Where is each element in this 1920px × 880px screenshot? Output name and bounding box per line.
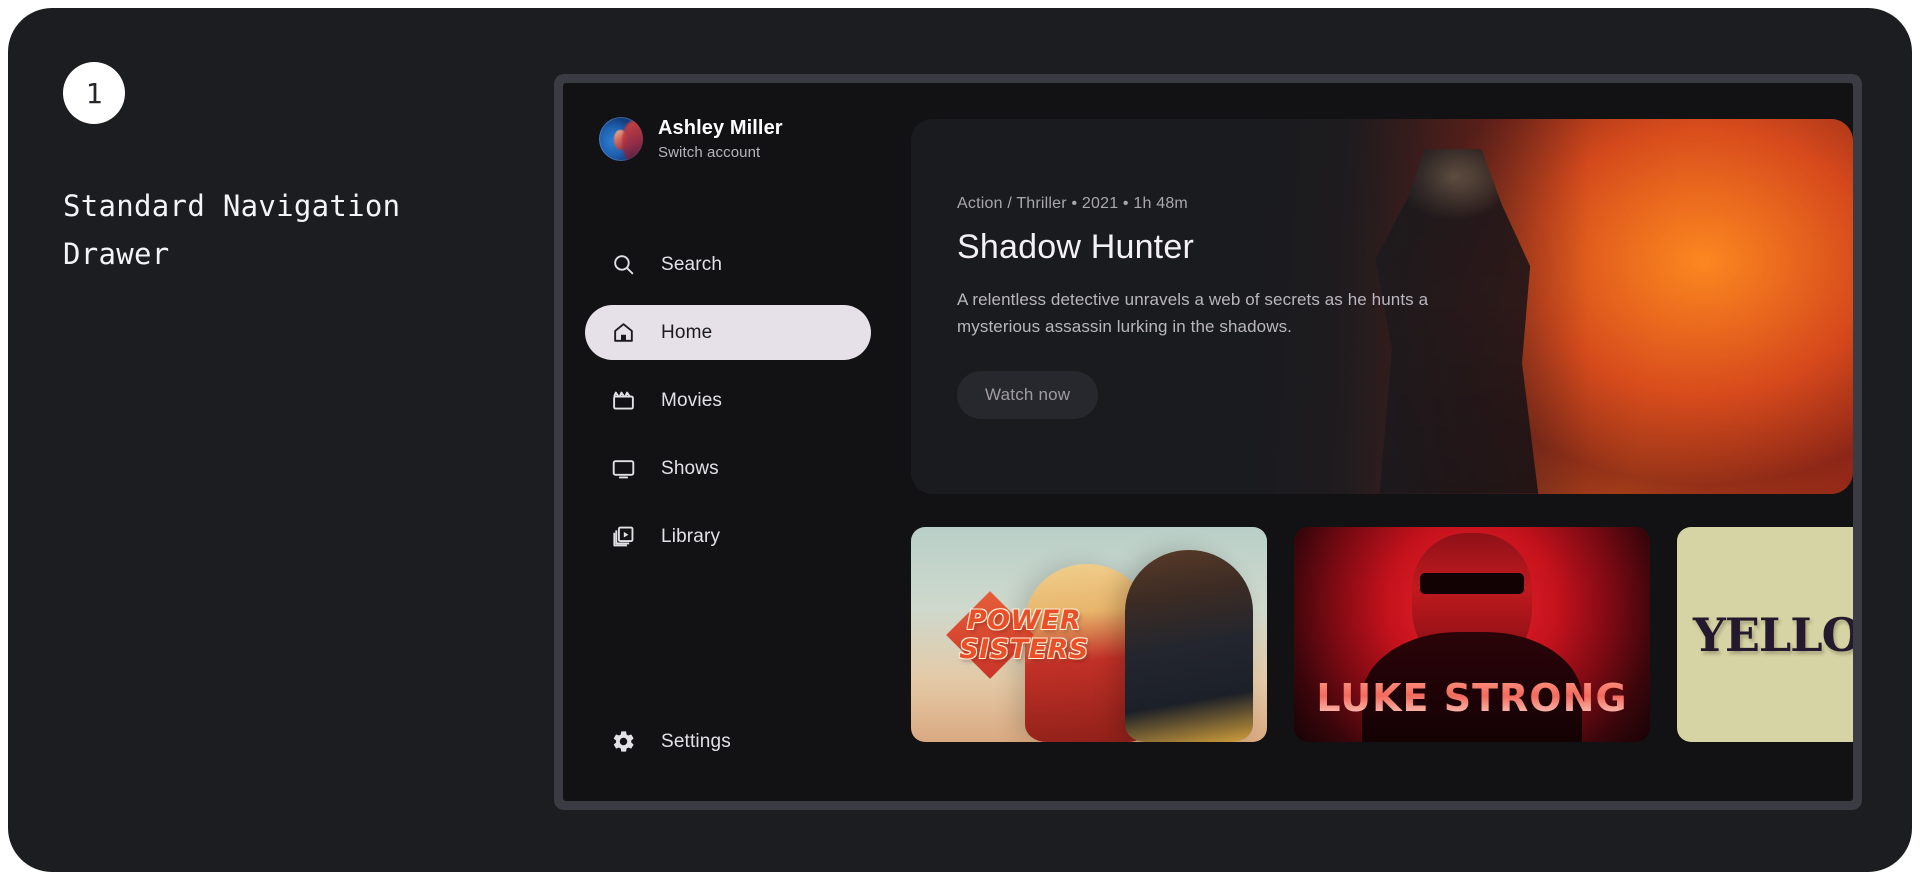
account-text: Ashley Miller Switch account — [658, 117, 783, 161]
media-card-title: YELLOW — [1693, 607, 1853, 662]
hero-meta: Action / Thriller • 2021 • 1h 48m — [957, 195, 1188, 212]
home-icon — [611, 320, 636, 345]
hero-description: A relentless detective unravels a web of… — [957, 290, 1429, 336]
step-number-badge: 1 — [63, 62, 125, 124]
device-frame: Ashley Miller Switch account Search Home… — [554, 74, 1862, 810]
poster-sunglasses-shape — [1420, 573, 1524, 594]
clapperboard-icon — [611, 388, 636, 413]
poster-figure-right — [1125, 550, 1253, 742]
sidebar-item-library[interactable]: Library — [585, 509, 871, 564]
media-card-power-sisters[interactable]: POWER SISTERS — [911, 527, 1267, 742]
sidebar-item-search[interactable]: Search — [585, 237, 871, 292]
media-card-luke-strong[interactable]: LUKE STRONG — [1294, 527, 1650, 742]
card-title-line1: POWER — [966, 604, 1082, 636]
annotation-title: Standard Navigation Drawer — [63, 189, 401, 271]
hero-featured-card[interactable]: Action / Thriller • 2021 • 1h 48m Shadow… — [911, 119, 1853, 494]
sidebar-item-home[interactable]: Home — [585, 305, 871, 360]
media-card-title: LUKE STRONG — [1294, 676, 1650, 720]
annotation-panel: 1 Standard Navigation Drawer — [63, 62, 443, 278]
nav-list: Search Home Movies Shows Library — [585, 237, 871, 564]
tv-icon — [611, 456, 636, 481]
sidebar-item-shows[interactable]: Shows — [585, 441, 871, 496]
media-card-row: POWERSISTERS LUKE STRONG YELLOW — [911, 527, 1853, 742]
account-name: Ashley Miller — [658, 117, 783, 139]
media-card-yellow[interactable]: YELLOW — [1677, 527, 1853, 742]
watch-now-button[interactable]: Watch now — [957, 371, 1099, 419]
nav-bottom-section: Settings — [585, 714, 871, 801]
sidebar-item-label: Shows — [661, 457, 719, 479]
user-avatar — [599, 117, 643, 161]
hero-body: Action / Thriller • 2021 • 1h 48m Shadow… — [911, 119, 1471, 419]
sidebar-item-label: Home — [661, 321, 713, 343]
media-card-title: POWER SISTERS — [931, 606, 1117, 664]
hero-title: Shadow Hunter — [957, 228, 1194, 266]
video-library-icon — [611, 524, 636, 549]
sidebar-item-label: Search — [661, 253, 723, 275]
page-canvas: 1 Standard Navigation Drawer Ashley Mill… — [8, 8, 1912, 872]
account-switcher[interactable]: Ashley Miller Switch account — [585, 117, 871, 161]
sidebar-item-settings[interactable]: Settings — [585, 714, 871, 769]
sidebar-item-label: Movies — [661, 389, 723, 411]
sidebar-item-movies[interactable]: Movies — [585, 373, 871, 428]
card-title-line2: SISTERS — [959, 633, 1089, 665]
switch-account-label: Switch account — [658, 144, 761, 161]
gear-icon — [611, 729, 636, 754]
navigation-drawer: Ashley Miller Switch account Search Home… — [563, 83, 893, 801]
device-screen: Ashley Miller Switch account Search Home… — [563, 83, 1853, 801]
sidebar-item-label: Library — [661, 525, 721, 547]
search-icon — [611, 252, 636, 277]
sidebar-item-label: Settings — [661, 730, 731, 752]
main-content: Action / Thriller • 2021 • 1h 48m Shadow… — [893, 83, 1853, 801]
